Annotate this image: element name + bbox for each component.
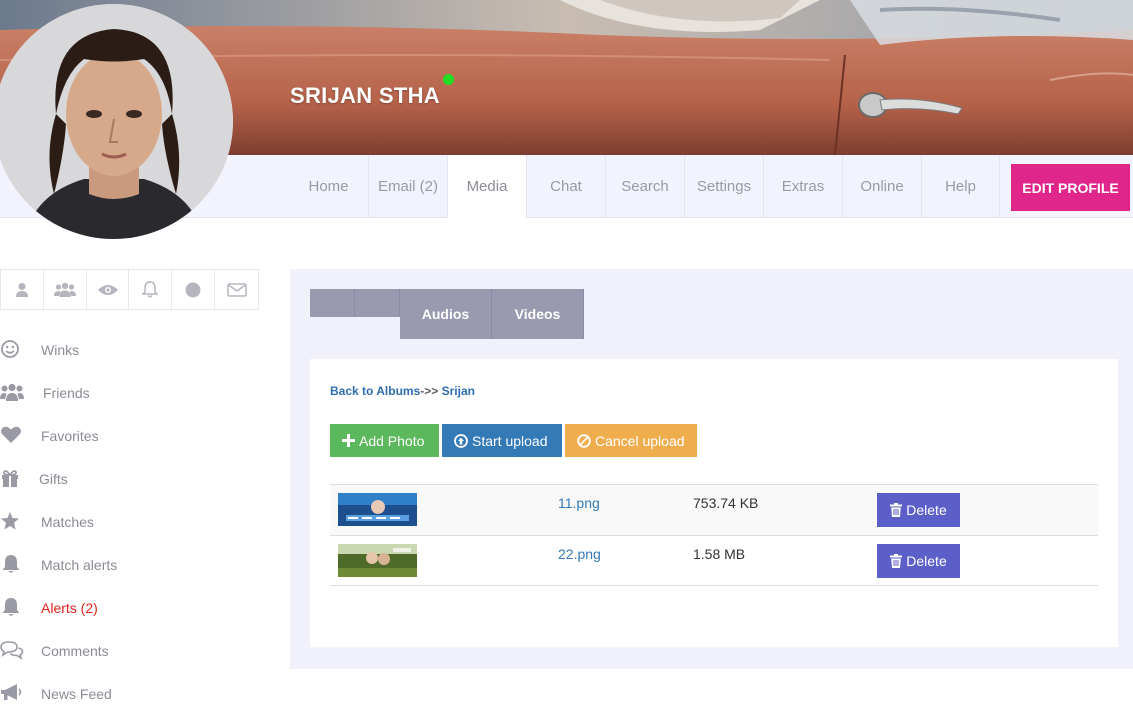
file-thumbnail[interactable]: [338, 493, 417, 526]
profile-name: SRIJAN STHA: [290, 83, 440, 108]
file-name[interactable]: 11.png: [558, 495, 600, 511]
file-size: 753.74 KB: [693, 495, 759, 511]
eye-icon[interactable]: [87, 270, 130, 309]
sidebar-item-label: Friends: [43, 385, 90, 401]
file-size: 1.58 MB: [693, 546, 746, 562]
sidebar-item-match-alerts[interactable]: Match alerts: [0, 543, 260, 586]
edit-profile-button[interactable]: EDIT PROFILE: [1011, 164, 1130, 211]
sidebar-item-news-feed[interactable]: News Feed: [0, 672, 260, 709]
file-thumbnail[interactable]: [338, 544, 417, 577]
sidebar-item-label: News Feed: [41, 686, 112, 702]
sidebar-item-matches[interactable]: Matches: [0, 500, 260, 543]
breadcrumb-separator: ->>: [420, 384, 439, 398]
envelope-icon[interactable]: [215, 270, 258, 309]
users-icon[interactable]: [44, 270, 87, 309]
sidebar-item-label: Winks: [41, 342, 80, 358]
circle-icon[interactable]: [172, 270, 216, 309]
avatar[interactable]: [0, 4, 233, 239]
smile-icon: [1, 340, 19, 358]
sidebar-item-label: Match alerts: [41, 557, 118, 573]
sidebar-item-label: Favorites: [41, 428, 99, 444]
sidebar-item-label: Gifts: [39, 471, 68, 487]
tab-photos[interactable]: [310, 289, 355, 317]
sidebar-item-comments[interactable]: Comments: [0, 629, 260, 672]
upload-card: Back to Albums->> Srijan Add Photo Start…: [310, 359, 1118, 647]
ban-icon: [577, 433, 591, 448]
nav-search[interactable]: Search: [605, 155, 684, 218]
sidebar-item-winks[interactable]: Winks: [0, 328, 260, 371]
upload-icon: [454, 433, 468, 448]
quick-icon-bar: [0, 269, 259, 310]
nav-email[interactable]: Email (2): [368, 155, 447, 218]
bullhorn-icon: [1, 684, 22, 700]
sidebar-item-favorites[interactable]: Favorites: [0, 414, 260, 457]
album-link[interactable]: Srijan: [442, 384, 475, 398]
file-name[interactable]: 22.png: [558, 546, 601, 562]
bell-icon: [2, 598, 20, 616]
sidebar-item-alerts[interactable]: Alerts (2): [0, 586, 260, 629]
plus-icon: [342, 434, 355, 447]
nav-settings[interactable]: Settings: [684, 155, 763, 218]
media-panel: Audios Videos Back to Albums->> Srijan A…: [290, 269, 1133, 669]
bell-icon: [2, 555, 20, 573]
online-status-indicator: [443, 74, 454, 85]
add-photo-button[interactable]: Add Photo: [330, 424, 439, 457]
delete-button[interactable]: Delete: [877, 544, 960, 578]
avatar-photo: [0, 4, 233, 239]
user-icon[interactable]: [1, 270, 44, 309]
nav-home[interactable]: Home: [289, 155, 368, 218]
breadcrumb: Back to Albums->> Srijan: [330, 384, 475, 398]
table-row: 11.png 753.74 KB Delete: [330, 484, 1098, 535]
heart-icon: [1, 426, 21, 443]
cancel-upload-button[interactable]: Cancel upload: [565, 424, 697, 457]
sidebar-item-gifts[interactable]: Gifts: [0, 457, 260, 500]
tab-albums[interactable]: [355, 289, 400, 317]
comments-icon: [0, 641, 24, 660]
delete-button[interactable]: Delete: [877, 493, 960, 527]
nav-extras[interactable]: Extras: [763, 155, 842, 218]
nav-media[interactable]: Media: [447, 155, 526, 218]
sidebar-item-label: Alerts (2): [41, 600, 98, 616]
nav-chat[interactable]: Chat: [526, 155, 605, 218]
tab-videos[interactable]: Videos: [492, 289, 584, 339]
users-icon: [0, 383, 24, 401]
bell-icon[interactable]: [129, 270, 173, 309]
tab-audios[interactable]: Audios: [400, 289, 492, 339]
gift-icon: [2, 470, 18, 487]
file-list: 11.png 753.74 KB Delete 22.png 1.58 MB D…: [330, 484, 1098, 586]
star-icon: [1, 512, 19, 530]
sidebar-item-friends[interactable]: Friends: [0, 371, 260, 414]
nav-online[interactable]: Online: [842, 155, 921, 218]
sidebar-item-label: Matches: [41, 514, 94, 530]
trash-icon: [890, 554, 903, 568]
nav-help[interactable]: Help: [921, 155, 1000, 218]
sidebar-item-label: Comments: [41, 643, 109, 659]
start-upload-button[interactable]: Start upload: [442, 424, 562, 457]
back-to-albums-link[interactable]: Back to Albums: [330, 384, 420, 398]
sidebar-menu: Winks Friends Favorites Gifts Matches Ma…: [0, 328, 260, 709]
trash-icon: [890, 503, 903, 517]
table-row: 22.png 1.58 MB Delete: [330, 535, 1098, 586]
